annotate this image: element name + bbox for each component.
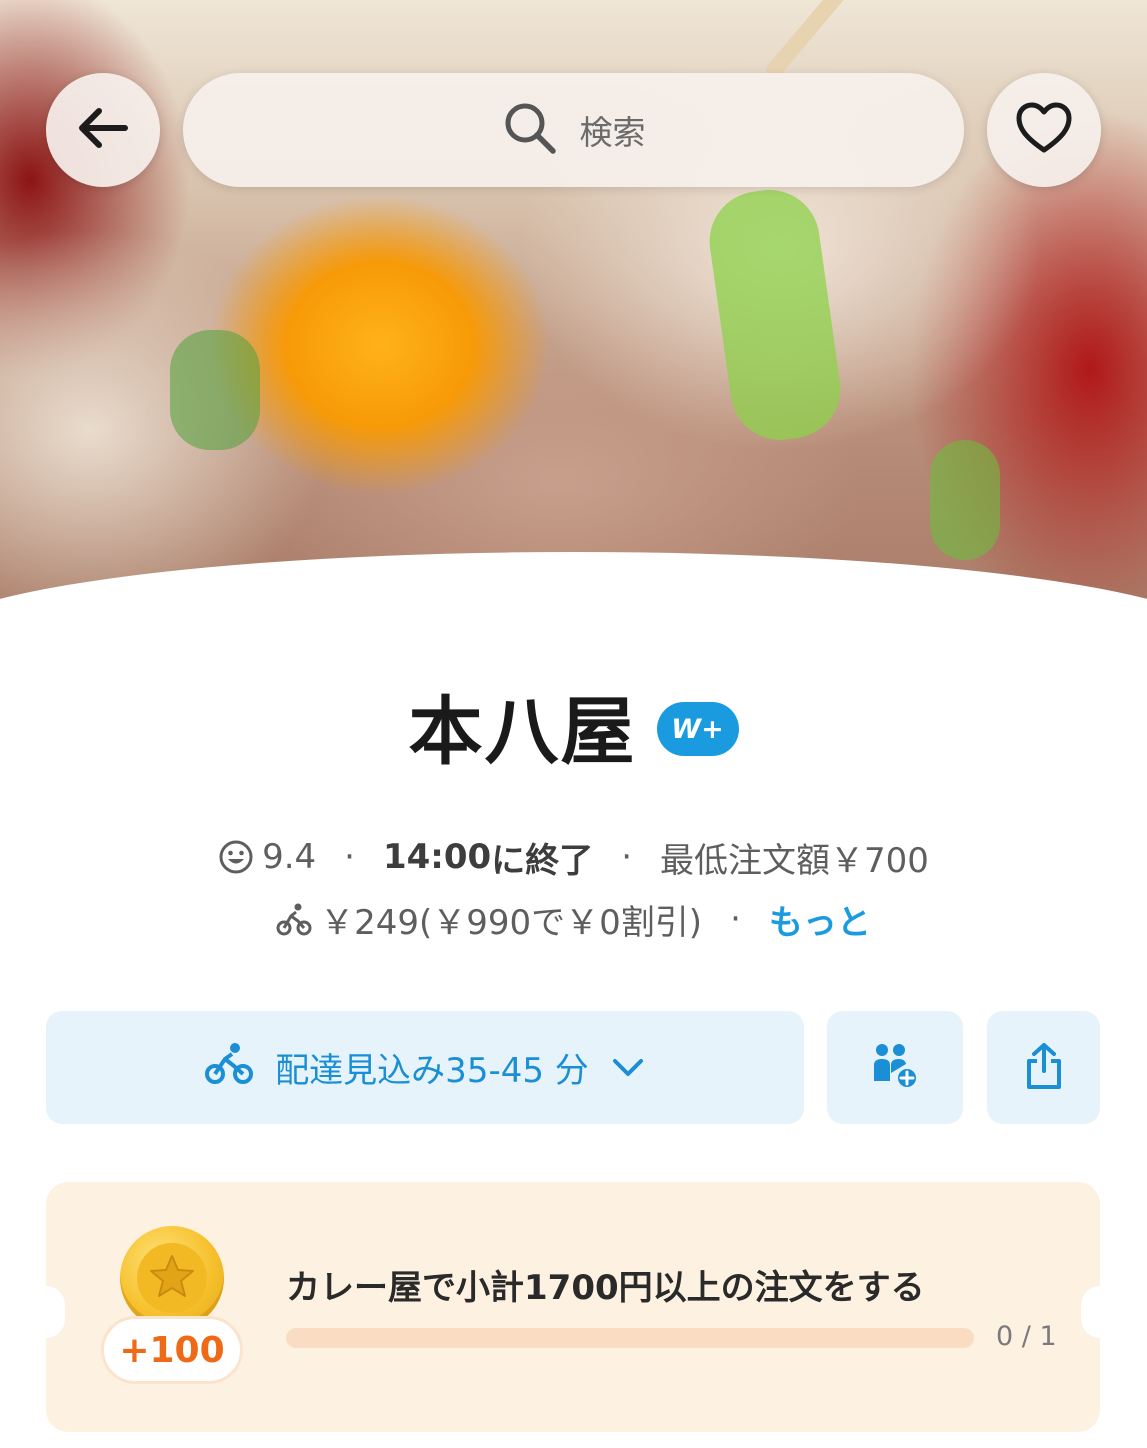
rating-value: 9.4: [262, 837, 317, 877]
share-icon: [1024, 1041, 1064, 1095]
heart-outline-icon: [1015, 101, 1073, 159]
delivery-estimate-text: 配達見込み35-45 分: [275, 1051, 589, 1091]
store-name: 本八屋: [408, 688, 637, 775]
search-bar[interactable]: 検索: [183, 73, 964, 187]
search-icon: [502, 100, 558, 160]
mission-progress-count: 0 / 1: [996, 1321, 1057, 1352]
group-order-button[interactable]: [827, 1011, 963, 1124]
star-icon: [148, 1253, 196, 1303]
points-badge: +100: [101, 1316, 243, 1384]
share-button[interactable]: [987, 1011, 1100, 1124]
bike-icon: [205, 1041, 254, 1094]
minimum-order: 最低注文額￥700: [660, 840, 929, 881]
coin-icon: [120, 1226, 224, 1330]
mission-description: カレー屋で小計1700円以上の注文をする: [286, 1268, 925, 1308]
closing-time: 14:00: [382, 837, 492, 877]
delivery-estimate-button[interactable]: 配達見込み35-45 分: [46, 1011, 804, 1124]
arrow-left-icon: [73, 98, 133, 162]
delivery-fee: ￥249(￥990で￥0割引): [320, 902, 703, 943]
mission-card[interactable]: +100 カレー屋で小計1700円以上の注文をする 0 / 1: [27, 1182, 1119, 1432]
chevron-down-icon: [611, 1048, 645, 1088]
closing-suffix: に終了: [491, 840, 594, 881]
bike-icon: [276, 901, 312, 937]
store-title-row: 本八屋 W+: [0, 675, 1147, 775]
mission-progress-bar: [286, 1328, 974, 1348]
back-button[interactable]: [46, 73, 160, 187]
smile-icon: [218, 839, 254, 875]
favorite-button[interactable]: [987, 73, 1101, 187]
search-placeholder: 検索: [579, 113, 646, 152]
more-link[interactable]: もっと: [769, 895, 871, 944]
store-meta-row-1: 9.4 · 14:00 に終了 · 最低注文額￥700: [0, 830, 1147, 884]
store-meta-row-2: ￥249(￥990で￥0割引) · もっと: [0, 892, 1147, 946]
wplus-badge: W+: [656, 702, 739, 756]
group-add-icon: [870, 1041, 920, 1095]
